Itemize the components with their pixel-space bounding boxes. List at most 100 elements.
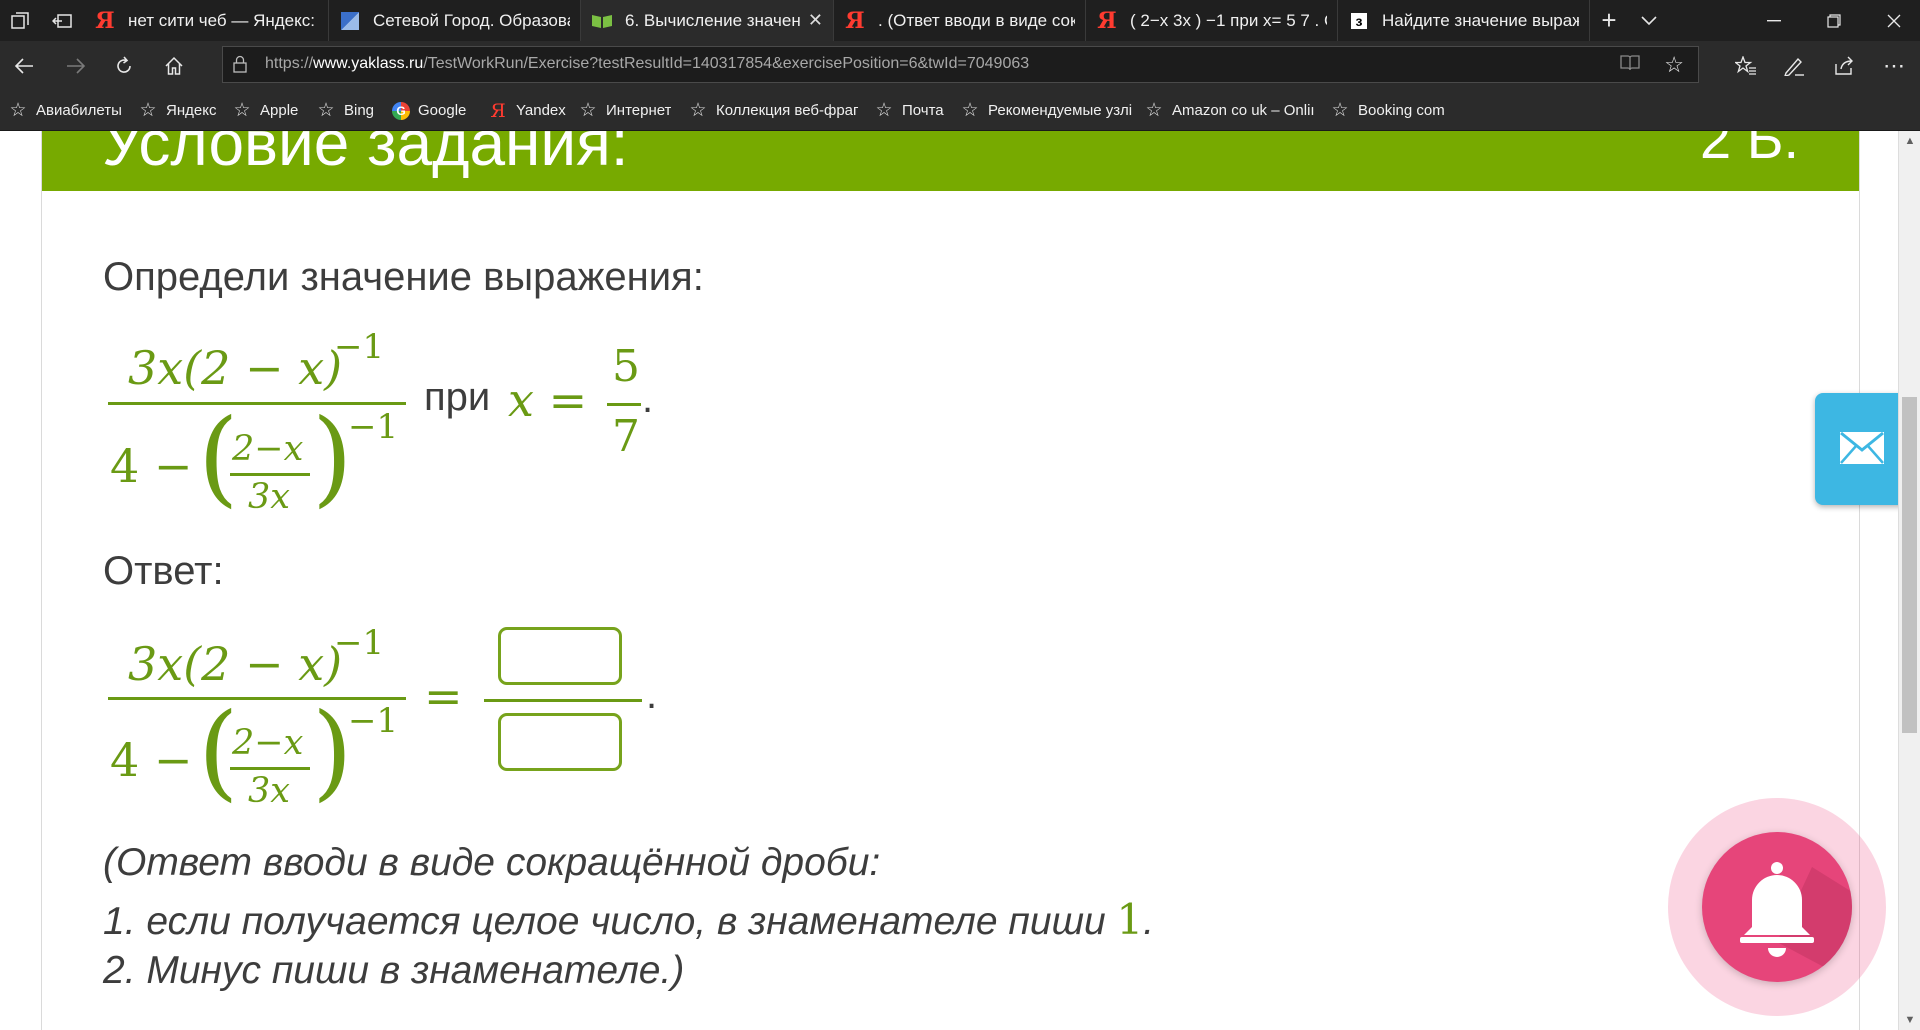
star-icon: ☆ [579, 100, 597, 121]
envelope-icon [1840, 431, 1884, 464]
star-icon: ☆ [317, 100, 335, 121]
bookmark-pochta[interactable]: ☆ Почта [874, 91, 944, 130]
more-menu-icon[interactable]: ⋯ [1872, 41, 1916, 91]
star-icon: ☆ [689, 100, 707, 121]
page-viewport: Условие задания: 2 Б. Определи значение … [0, 131, 1920, 1030]
home-icon[interactable] [152, 41, 196, 91]
bookmark-apple[interactable]: ☆ Apple [232, 91, 298, 130]
tab-yaklass-active[interactable]: 6. Вычисление значени ✕ [581, 0, 834, 41]
task-header-title: Условие задания: [102, 131, 629, 179]
tab-title: нет сити чеб — Яндекс: на [128, 10, 318, 30]
answer-numerator-input[interactable] [498, 627, 622, 685]
tab-title: Сетевой Город. Образован [373, 10, 570, 30]
yandex-icon: Я [95, 7, 115, 34]
star-icon: ☆ [961, 100, 979, 121]
refresh-icon[interactable] [102, 41, 146, 91]
znanija-icon: з [1351, 12, 1367, 29]
denominator-exponent: −1 [348, 407, 399, 447]
yandex-icon: Я [1097, 7, 1117, 34]
tab-yandex-answer[interactable]: Я . (Ответ вводи в виде сокр [834, 0, 1086, 41]
forward-arrow-icon[interactable] [54, 41, 98, 91]
lock-icon [233, 55, 253, 75]
share-icon[interactable] [1822, 41, 1866, 91]
answer-inner-fraction-numerator: 2−x [232, 723, 304, 763]
answer-input-bar [484, 699, 642, 702]
tab-setevoy-gorod[interactable]: Сетевой Город. Образован [329, 0, 581, 41]
google-icon: G [392, 101, 410, 120]
yandex-icon: Я [845, 7, 865, 34]
close-window-icon[interactable] [1864, 0, 1920, 41]
answer-inner-fraction-bar [230, 767, 310, 770]
numerator-exponent: −1 [334, 327, 385, 367]
favorite-star-icon[interactable]: ☆ [1664, 52, 1684, 78]
tab-manager-icon[interactable] [0, 0, 40, 41]
address-bar[interactable]: https://www.yaklass.ru/TestWorkRun/Exerc… [222, 46, 1699, 83]
scroll-up-arrow-icon[interactable]: ▲ [1899, 133, 1920, 149]
answer-denominator-four-minus: 4 − [110, 733, 193, 787]
bookmark-label: Яндекс [166, 102, 217, 119]
bookmark-recommended[interactable]: ☆ Рекомендуемые узлі [960, 91, 1132, 130]
star-icon: ☆ [1331, 100, 1349, 121]
star-icon: ☆ [233, 100, 251, 121]
bookmark-yandex[interactable]: Я Yandex [488, 91, 566, 130]
scrollbar-thumb[interactable] [1902, 397, 1917, 733]
star-icon: ☆ [875, 100, 893, 121]
feedback-mail-button[interactable] [1815, 393, 1911, 505]
instruction-number-one: 1 [1116, 895, 1144, 944]
bookmark-booking[interactable]: ☆ Booking com [1330, 91, 1445, 130]
bookmark-label: Booking com [1358, 102, 1445, 119]
tab-yandex-expression[interactable]: Я ( 2−x 3x ) −1 при x= 5 7 . С [1086, 0, 1338, 41]
bookmark-web-slices[interactable]: ☆ Коллекция веб-фраг [688, 91, 860, 130]
bookmark-yandex-ru[interactable]: ☆ Яндекс [138, 91, 216, 130]
bookmark-label: Google [418, 102, 467, 119]
chevron-down-icon[interactable] [1634, 0, 1664, 41]
bell-icon [1740, 862, 1852, 982]
favorites-hub-icon[interactable] [1724, 41, 1768, 91]
navigation-bar: https://www.yaklass.ru/TestWorkRun/Exerc… [0, 41, 1920, 91]
bookmark-aviabilety[interactable]: ☆ Авиабилеты [8, 91, 121, 130]
answer-equals: = [424, 669, 463, 723]
bookmark-google[interactable]: G Google [392, 91, 466, 130]
bookmark-label: Yandex [516, 102, 566, 119]
right-paren: ) [312, 690, 353, 812]
reading-view-icon[interactable] [1620, 54, 1640, 77]
inner-fraction-denominator: 3x [248, 477, 291, 517]
bookmark-label: Интернет [606, 102, 672, 119]
bookmark-label: Bing [344, 102, 375, 119]
new-tab-icon[interactable]: + [1594, 0, 1624, 41]
notification-bell-button[interactable] [1702, 832, 1852, 982]
scroll-down-arrow-icon[interactable]: ▼ [1899, 1012, 1920, 1028]
pen-notes-icon[interactable] [1772, 41, 1816, 91]
answer-denominator-input[interactable] [498, 713, 622, 771]
bookmark-amazon[interactable]: ☆ Amazon co uk – Onliı [1144, 91, 1316, 130]
back-arrow-icon[interactable] [2, 41, 46, 91]
tab-bar: Я нет сити чеб — Яндекс: на Сетевой Горо… [0, 0, 1920, 41]
url-text[interactable]: https://www.yaklass.ru/TestWorkRun/Exerc… [265, 55, 1029, 73]
bookmark-internet[interactable]: ☆ Интернет [578, 91, 671, 130]
minimize-icon[interactable] [1744, 0, 1804, 41]
instruction-line-1: (Ответ вводи в виде сокращённой дроби: [103, 841, 881, 884]
answer-period: . [646, 673, 658, 717]
restore-icon[interactable] [1804, 0, 1864, 41]
bookmark-label: Коллекция веб-фраг [716, 102, 859, 119]
task-header: Условие задания: 2 Б. [42, 131, 1859, 191]
answer-denominator-exponent: −1 [348, 701, 399, 741]
set-aside-tabs-icon[interactable] [40, 0, 84, 41]
setevoy-gorod-icon [341, 11, 359, 30]
star-icon: ☆ [9, 100, 27, 121]
x-value-bar [607, 403, 641, 406]
pri-word: при [424, 375, 491, 419]
tab-znanija[interactable]: з Найдите значение выраже [1338, 0, 1590, 41]
answer-label: Ответ: [103, 549, 224, 593]
answer-inner-fraction-denominator: 3x [248, 771, 291, 811]
task-points: 2 Б. [1699, 131, 1799, 170]
answer-expression-numerator: 3x(2 − x) [128, 637, 343, 691]
bookmark-bing[interactable]: ☆ Bing [316, 91, 374, 130]
vertical-scrollbar[interactable]: ▲ ▼ [1898, 131, 1920, 1030]
yaklass-icon [591, 10, 613, 32]
close-tab-icon[interactable]: ✕ [808, 10, 823, 31]
tab-yandex-search[interactable]: Я нет сити чеб — Яндекс: на [84, 0, 329, 41]
x-value-numerator: 5 [612, 341, 640, 392]
answer-numerator-exponent: −1 [334, 623, 385, 663]
bookmark-label: Почта [902, 102, 944, 119]
